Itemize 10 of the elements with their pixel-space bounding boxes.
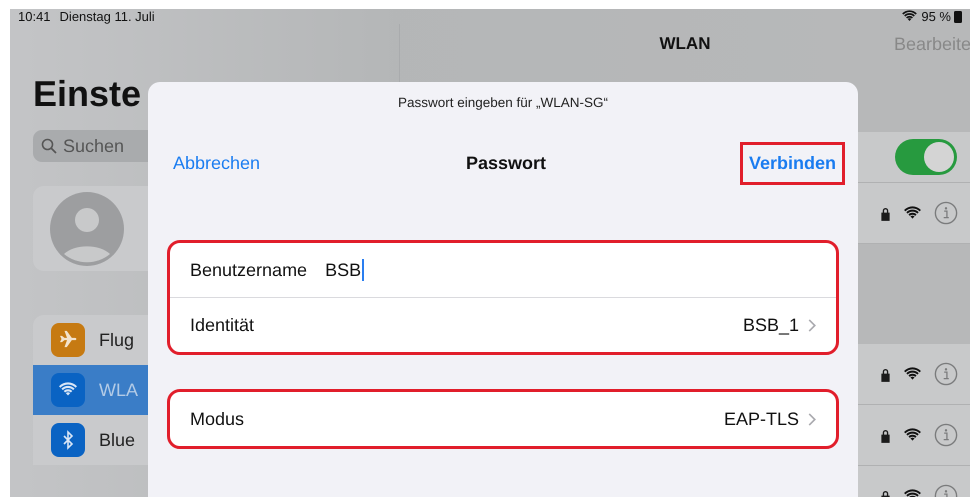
- row-value: BSB_1: [742, 314, 799, 336]
- field-label: Benutzername: [190, 260, 308, 280]
- dialog-prompt: Passwort eingeben für „WLAN-SG“: [398, 95, 608, 110]
- settings-title: Einste: [33, 72, 142, 116]
- row-value: EAP-TLS: [724, 408, 799, 430]
- pane-title: WLAN: [660, 34, 710, 54]
- status-time: 10:41: [18, 9, 51, 24]
- status-date: Dienstag 11. Juli: [60, 9, 155, 24]
- battery-percentage: 95 %: [921, 9, 951, 24]
- dialog-title: Passwort: [466, 152, 546, 174]
